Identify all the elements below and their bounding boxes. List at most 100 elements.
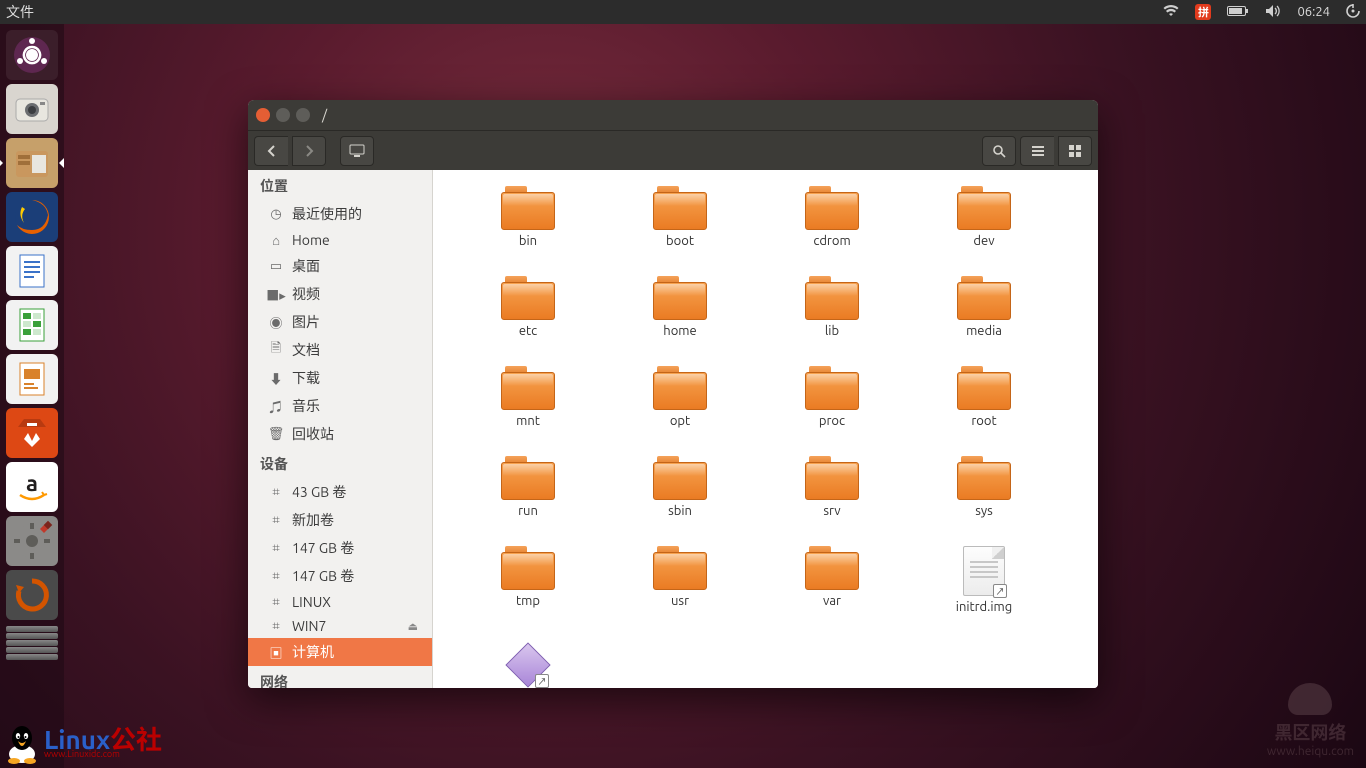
folder-sbin[interactable]: sbin: [605, 456, 755, 518]
app-menu-title[interactable]: 文件: [6, 2, 34, 22]
sidebar-section-header: 位置: [248, 170, 432, 200]
file-label: home: [663, 324, 696, 338]
sidebar-item-label: 文档: [292, 340, 320, 360]
folder-icon: [501, 186, 555, 230]
battery-icon[interactable]: [1227, 5, 1249, 20]
file-label: tmp: [516, 594, 540, 608]
file-label: run: [518, 504, 538, 518]
sound-icon[interactable]: [1265, 4, 1281, 21]
folder-root[interactable]: root: [909, 366, 1059, 428]
video-icon: ■▸: [268, 286, 284, 302]
file-label: sys: [975, 504, 993, 518]
folder-icon: [501, 276, 555, 320]
folder-icon: [653, 456, 707, 500]
folder-dev[interactable]: dev: [909, 186, 1059, 248]
files-app-icon[interactable]: [6, 138, 58, 188]
nav-forward-button[interactable]: [292, 136, 326, 166]
file-link-icon: ↗: [963, 546, 1005, 596]
diamond-link-vmlinuz[interactable]: ↗vmlinuz: [453, 642, 603, 688]
sidebar-item-147-gb-卷[interactable]: ⌗147 GB 卷: [248, 562, 432, 590]
sidebar-item-图片[interactable]: ◉图片: [248, 308, 432, 336]
folder-icon: [805, 546, 859, 590]
folder-icon: [653, 546, 707, 590]
sidebar-item-新加卷[interactable]: ⌗新加卷: [248, 506, 432, 534]
sidebar-item-最近使用的[interactable]: ◷最近使用的: [248, 200, 432, 228]
session-icon[interactable]: [1346, 4, 1360, 21]
amazon-icon[interactable]: a: [6, 462, 58, 512]
nav-back-button[interactable]: [254, 136, 288, 166]
sidebar: 位置◷最近使用的⌂Home▭桌面■▸视频◉图片🗎文档⬇下载♫音乐🗑回收站设备⌗4…: [248, 170, 433, 688]
software-center-icon[interactable]: [6, 408, 58, 458]
writer-icon[interactable]: [6, 246, 58, 296]
sidebar-item-win7[interactable]: ⌗WIN7⏏: [248, 614, 432, 638]
wifi-icon[interactable]: [1163, 5, 1179, 20]
folder-usr[interactable]: usr: [605, 546, 755, 614]
sidebar-item-label: 图片: [292, 312, 320, 332]
folder-home[interactable]: home: [605, 276, 755, 338]
path-computer-button[interactable]: [340, 136, 374, 166]
calc-icon[interactable]: [6, 300, 58, 350]
file-label: bin: [519, 234, 537, 248]
folder-bin[interactable]: bin: [453, 186, 603, 248]
sidebar-item-回收站[interactable]: 🗑回收站: [248, 420, 432, 448]
desktop-icon: ▭: [268, 258, 284, 274]
content-area[interactable]: bin bootcdromdev etc home libmedia mnt opt proc…: [433, 170, 1098, 688]
file-label: sbin: [668, 504, 692, 518]
folder-media[interactable]: media: [909, 276, 1059, 338]
folder-proc[interactable]: proc: [757, 366, 907, 428]
folder-tmp[interactable]: tmp: [453, 546, 603, 614]
close-button[interactable]: [256, 108, 270, 122]
sidebar-item-43-gb-卷[interactable]: ⌗43 GB 卷: [248, 478, 432, 506]
list-view-button[interactable]: [1020, 136, 1054, 166]
clock[interactable]: 06:24: [1297, 5, 1330, 19]
file-label: usr: [671, 594, 689, 608]
download-icon: ⬇: [268, 370, 284, 386]
sidebar-item-视频[interactable]: ■▸ 视频: [248, 280, 432, 308]
software-updater-icon[interactable]: [6, 570, 58, 620]
sidebar-item-home[interactable]: ⌂Home: [248, 228, 432, 252]
icon-view-button[interactable]: [1058, 136, 1092, 166]
ime-indicator-icon[interactable]: 拼: [1195, 4, 1211, 20]
folder-lib[interactable]: lib: [757, 276, 907, 338]
mushroom-icon: [1288, 683, 1332, 715]
sidebar-item-音乐[interactable]: ♫音乐: [248, 392, 432, 420]
sidebar-item-桌面[interactable]: ▭桌面: [248, 252, 432, 280]
folder-var[interactable]: var: [757, 546, 907, 614]
file-label: etc: [519, 324, 537, 338]
folder-etc[interactable]: etc: [453, 276, 603, 338]
folder-run[interactable]: run: [453, 456, 603, 518]
maximize-button[interactable]: [296, 108, 310, 122]
firefox-icon[interactable]: [6, 192, 58, 242]
folder-boot[interactable]: boot: [605, 186, 755, 248]
folder-mnt[interactable]: mnt: [453, 366, 603, 428]
folder-icon: [501, 366, 555, 410]
folder-icon: [957, 456, 1011, 500]
screenshot-app-icon[interactable]: [6, 84, 58, 134]
folder-cdrom[interactable]: cdrom: [757, 186, 907, 248]
folder-opt[interactable]: opt: [605, 366, 755, 428]
sidebar-item-label: 43 GB 卷: [292, 482, 346, 502]
impress-icon[interactable]: [6, 354, 58, 404]
folder-icon: [805, 456, 859, 500]
titlebar[interactable]: /: [248, 100, 1098, 130]
file-label: proc: [819, 414, 845, 428]
window-title: /: [322, 107, 327, 123]
sidebar-item-label: 视频: [292, 284, 320, 304]
sidebar-item-下载[interactable]: ⬇下载: [248, 364, 432, 392]
sidebar-item-文档[interactable]: 🗎文档: [248, 336, 432, 364]
dash-icon[interactable]: [6, 30, 58, 80]
folder-icon: [957, 186, 1011, 230]
eject-icon[interactable]: ⏏: [408, 620, 418, 633]
minimize-button[interactable]: [276, 108, 290, 122]
search-button[interactable]: [982, 136, 1016, 166]
folder-sys[interactable]: sys: [909, 456, 1059, 518]
file-label: mnt: [516, 414, 540, 428]
system-settings-icon[interactable]: [6, 516, 58, 566]
folder-srv[interactable]: srv: [757, 456, 907, 518]
sidebar-item-147-gb-卷[interactable]: ⌗147 GB 卷: [248, 534, 432, 562]
workspace-switcher[interactable]: [6, 626, 58, 660]
file-link-initrd.img[interactable]: ↗initrd.img: [909, 546, 1059, 614]
sidebar-item-计算机[interactable]: ▣计算机: [248, 638, 432, 666]
disk-icon: ⌗: [268, 540, 284, 556]
sidebar-item-linux[interactable]: ⌗LINUX: [248, 590, 432, 614]
